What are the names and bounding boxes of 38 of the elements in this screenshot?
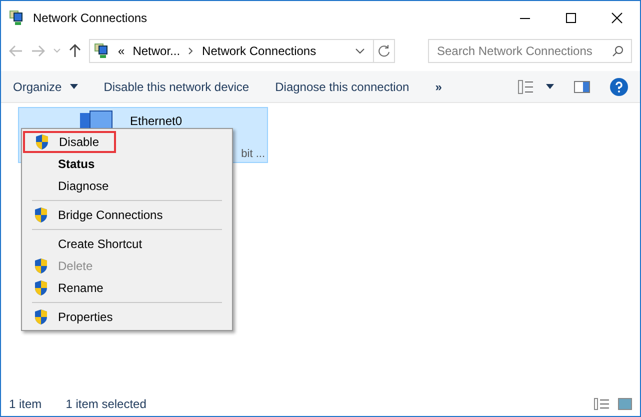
shield-icon bbox=[34, 258, 48, 274]
toolbar-button[interactable]: Disable this network device bbox=[104, 78, 250, 96]
breadcrumb-overflow[interactable]: « bbox=[118, 42, 125, 60]
connection-name: Ethernet0 bbox=[130, 113, 182, 130]
search-icon bbox=[612, 45, 624, 57]
chevron-right-icon bbox=[188, 47, 194, 55]
toolbar-button[interactable]: Organize bbox=[13, 78, 78, 96]
menu-item[interactable]: Bridge Connections bbox=[22, 204, 232, 226]
menu-item[interactable]: Create Shortcut bbox=[22, 233, 232, 255]
shield-icon bbox=[34, 309, 48, 325]
chevron-down-icon[interactable] bbox=[355, 48, 365, 54]
up-arrow-icon[interactable] bbox=[69, 44, 81, 58]
network-icon bbox=[9, 10, 25, 26]
caret-icon bbox=[70, 84, 78, 89]
menu-item[interactable]: Diagnose bbox=[22, 175, 232, 197]
toolbar-button[interactable]: Diagnose this connection bbox=[275, 78, 410, 96]
menu-item[interactable]: Disable bbox=[23, 131, 116, 153]
shield-icon bbox=[35, 134, 49, 150]
caret-icon[interactable] bbox=[546, 84, 554, 89]
item-count: 1 item bbox=[9, 396, 42, 413]
window-title: Network Connections bbox=[33, 10, 148, 27]
menu-item[interactable]: Status bbox=[22, 153, 232, 175]
menu-item[interactable]: Rename bbox=[22, 277, 232, 299]
breadcrumb[interactable]: Networ... bbox=[132, 42, 180, 60]
menu-item[interactable]: Properties bbox=[22, 306, 232, 328]
more-button[interactable]: » bbox=[435, 78, 442, 96]
network-icon bbox=[94, 43, 110, 59]
preview-pane-icon[interactable] bbox=[574, 80, 590, 92]
breadcrumb[interactable]: Network Connections bbox=[202, 42, 316, 60]
shield-icon bbox=[34, 207, 48, 223]
help-icon[interactable] bbox=[610, 78, 628, 96]
details-view-icon[interactable] bbox=[594, 398, 610, 410]
address-bar[interactable]: « Networ... Network Connections bbox=[89, 39, 395, 63]
connection-detail: bit ... bbox=[241, 147, 265, 162]
search-field[interactable]: Search Network Connections bbox=[428, 39, 632, 63]
view-options-icon[interactable] bbox=[518, 80, 534, 94]
shield-icon bbox=[34, 280, 48, 296]
selection-count: 1 item selected bbox=[66, 396, 146, 413]
